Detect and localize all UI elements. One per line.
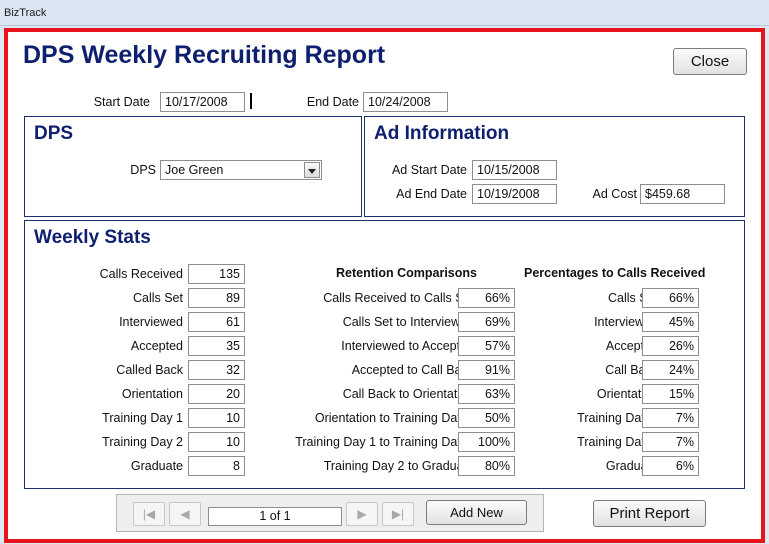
dps-select[interactable]: Joe Green [160, 160, 322, 180]
percentage-field[interactable]: 24% [642, 360, 699, 380]
close-button[interactable]: Close [673, 48, 747, 75]
percentage-field[interactable]: 66% [642, 288, 699, 308]
retention-field[interactable]: 63% [458, 384, 515, 404]
end-date-label: End Date [306, 95, 359, 109]
text-cursor [250, 93, 252, 109]
count-label: Training Day 1 [102, 411, 183, 425]
record-position-field[interactable]: 1 of 1 [208, 507, 342, 526]
count-field[interactable]: 135 [188, 264, 245, 284]
count-field[interactable]: 10 [188, 408, 245, 428]
previous-record-icon[interactable]: ◀ [169, 502, 201, 526]
retention-label: Accepted to Call Back [351, 363, 474, 377]
retention-field[interactable]: 80% [458, 456, 515, 476]
dps-panel-title: DPS [34, 123, 74, 144]
percentages-header: Percentages to Calls Received [524, 266, 706, 280]
ad-start-date-field[interactable]: 10/15/2008 [472, 160, 557, 180]
count-label: Graduate [130, 459, 183, 473]
retention-field[interactable]: 91% [458, 360, 515, 380]
retention-field[interactable]: 69% [458, 312, 515, 332]
retention-label: Interviewed to Accepted [341, 339, 474, 353]
last-record-icon[interactable]: ▶| [382, 502, 414, 526]
count-field[interactable]: 61 [188, 312, 245, 332]
retention-label: Training Day 2 to Graduate [323, 459, 474, 473]
chevron-down-icon[interactable] [304, 162, 320, 178]
percentage-field[interactable]: 7% [642, 408, 699, 428]
retention-label: Orientation to Training Day 1 [314, 411, 474, 425]
weekly-stats-title: Weekly Stats [34, 227, 151, 248]
weekly-stats-panel: Weekly Stats Retention Comparisons Perce… [24, 220, 745, 489]
retention-label: Training Day 1 to Training Day 2 [295, 435, 474, 449]
count-field[interactable]: 10 [188, 432, 245, 452]
window-title: BizTrack [4, 7, 47, 19]
ad-panel-title: Ad Information [374, 123, 510, 144]
ad-end-date-label: Ad End Date [396, 187, 467, 201]
add-new-button[interactable]: Add New [426, 500, 527, 525]
count-field[interactable]: 89 [188, 288, 245, 308]
count-label: Calls Received [99, 267, 183, 281]
end-date-field[interactable]: 10/24/2008 [363, 92, 448, 112]
report-form: DPS Weekly Recruiting Report Close Start… [4, 28, 765, 543]
retention-field[interactable]: 66% [458, 288, 515, 308]
count-label: Training Day 2 [102, 435, 183, 449]
retention-comparisons-header: Retention Comparisons [336, 266, 477, 280]
start-date-label: Start Date [93, 95, 150, 109]
percentage-field[interactable]: 26% [642, 336, 699, 356]
record-navigation-bar: |◀ ◀ 1 of 1 ▶ ▶| Add New [116, 494, 544, 532]
print-report-button[interactable]: Print Report [593, 500, 706, 527]
dps-select-value: Joe Green [165, 163, 224, 177]
dps-label: DPS [130, 163, 156, 177]
retention-field[interactable]: 100% [458, 432, 515, 452]
retention-field[interactable]: 57% [458, 336, 515, 356]
count-label: Accepted [130, 339, 183, 353]
count-label: Orientation [121, 387, 183, 401]
percentage-field[interactable]: 45% [642, 312, 699, 332]
window-titlebar: BizTrack [0, 0, 769, 26]
count-label: Called Back [116, 363, 183, 377]
percentage-field[interactable]: 7% [642, 432, 699, 452]
count-field[interactable]: 35 [188, 336, 245, 356]
percentage-field[interactable]: 15% [642, 384, 699, 404]
count-field[interactable]: 32 [188, 360, 245, 380]
count-label: Calls Set [132, 291, 183, 305]
ad-start-date-label: Ad Start Date [391, 163, 467, 177]
count-field[interactable]: 8 [188, 456, 245, 476]
ad-cost-field[interactable]: $459.68 [640, 184, 725, 204]
page-title: DPS Weekly Recruiting Report [23, 41, 386, 69]
first-record-icon[interactable]: |◀ [133, 502, 165, 526]
next-record-icon[interactable]: ▶ [346, 502, 378, 526]
ad-information-panel: Ad Information Ad Start Date 10/15/2008 … [364, 116, 745, 217]
dps-panel: DPS DPS Joe Green [24, 116, 362, 217]
count-field[interactable]: 20 [188, 384, 245, 404]
retention-label: Call Back to Orientation [342, 387, 474, 401]
start-date-field[interactable]: 10/17/2008 [160, 92, 245, 112]
retention-field[interactable]: 50% [458, 408, 515, 428]
retention-label: Calls Set to Interviewed [342, 315, 474, 329]
ad-end-date-field[interactable]: 10/19/2008 [472, 184, 557, 204]
percentage-field[interactable]: 6% [642, 456, 699, 476]
count-label: Interviewed [119, 315, 183, 329]
ad-cost-label: Ad Cost [592, 187, 637, 201]
retention-label: Calls Received to Calls Set [323, 291, 474, 305]
